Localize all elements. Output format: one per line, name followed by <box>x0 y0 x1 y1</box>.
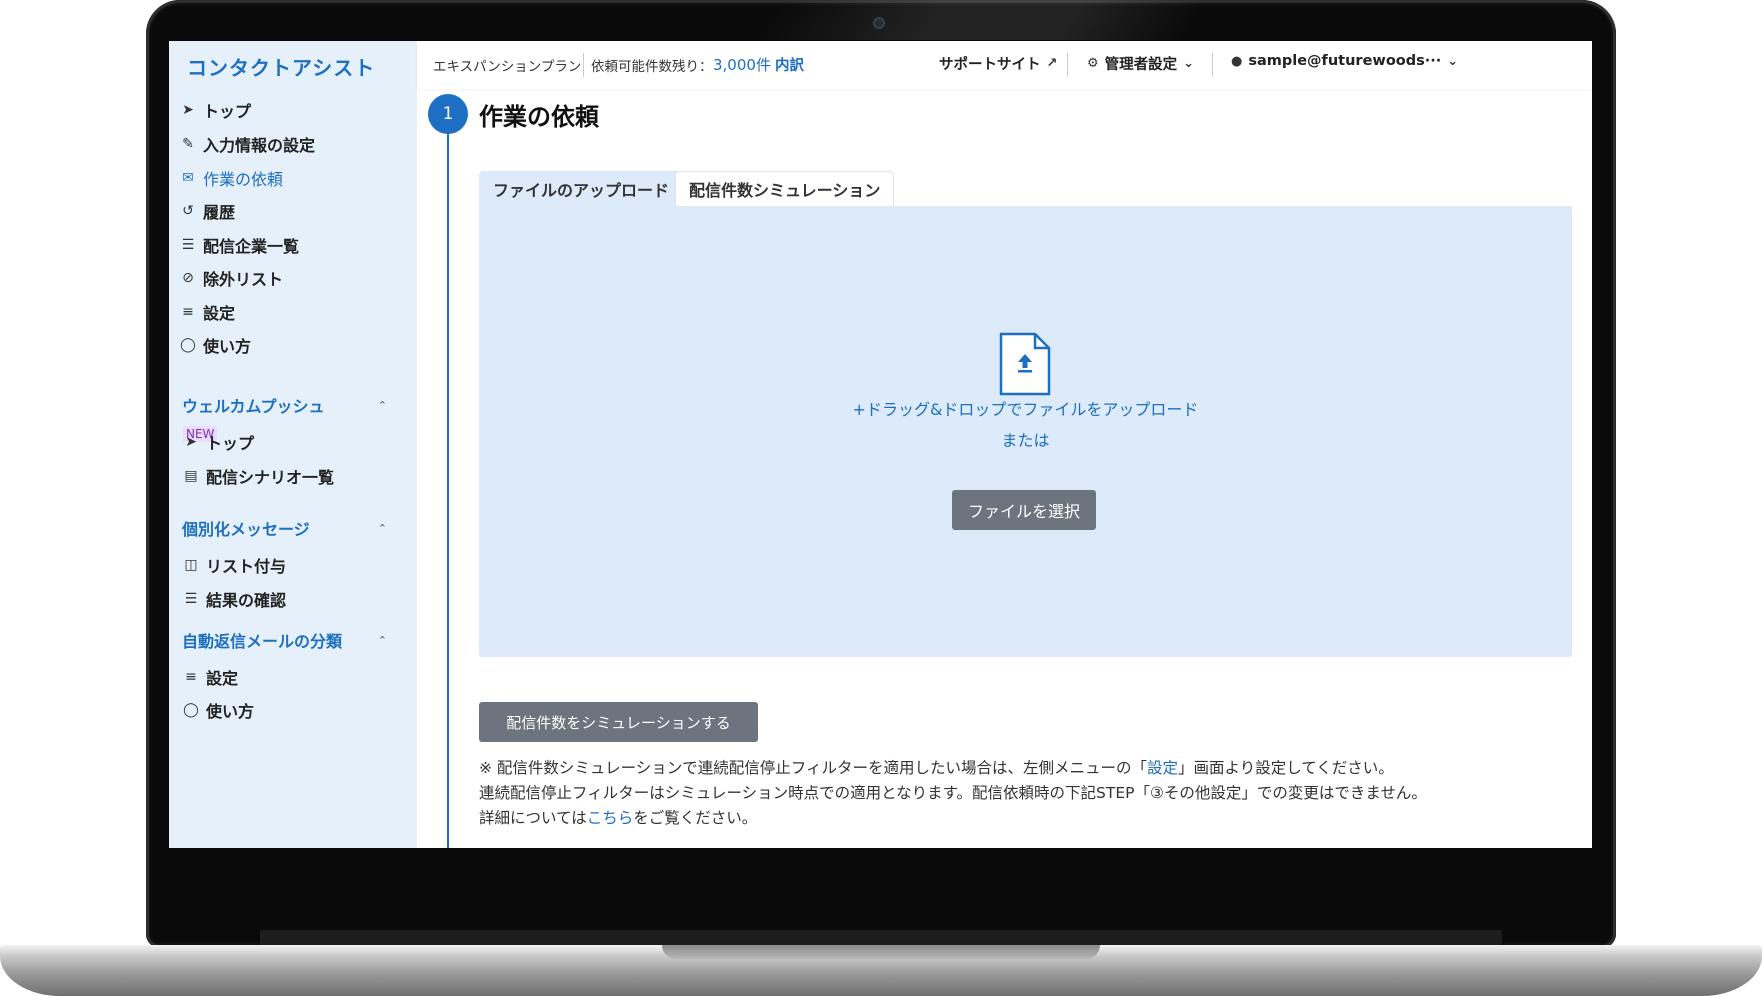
chevron-up-icon: ⌃ <box>377 521 387 535</box>
lightbulb-icon: ◯ <box>180 337 196 353</box>
breakdown-link[interactable]: 内訳 <box>775 54 804 75</box>
send-icon: ➤ <box>185 434 197 450</box>
lid-reflection <box>753 0 1209 40</box>
sidebar: コンタクトアシスト ➤ トップ ✎ 入力情報の設定 ✉ 作業の依頼 ↺ 履歴 ☰… <box>169 41 417 848</box>
sidebar-item-auto-reply-how-to[interactable]: ◯ 使い方 <box>180 697 254 723</box>
admin-settings-menu[interactable]: ⚙ 管理者設定 ⌄ <box>1081 53 1200 74</box>
sidebar-item-label: リスト付与 <box>206 557 287 576</box>
user-menu[interactable]: ● sample@futurewoods··· ⌄ <box>1225 53 1464 69</box>
sidebar-item-label: 履歴 <box>203 203 236 222</box>
section-welcome-push[interactable]: ウェルカムプッシュ ⌃ <box>182 392 387 418</box>
select-file-button[interactable]: ファイルを選択 <box>952 490 1096 530</box>
user-icon: ● <box>1231 53 1243 69</box>
dropzone-or-text: または <box>1001 431 1050 450</box>
settings-link[interactable]: 設定 <box>1147 759 1178 777</box>
plan-name: エキスパンションプラン <box>433 59 582 75</box>
divider <box>1067 53 1068 77</box>
note-text: 詳細については <box>479 809 587 827</box>
sliders-icon: ≡ <box>185 669 197 685</box>
sidebar-item-label: 入力情報の設定 <box>203 136 316 155</box>
history-icon: ↺ <box>182 203 194 219</box>
user-email: sample@futurewoods··· <box>1248 53 1442 69</box>
sidebar-item-label: 配信シナリオ一覧 <box>206 468 335 487</box>
sidebar-item-work-request[interactable]: ✉ 作業の依頼 <box>177 165 283 191</box>
send-icon: ➤ <box>182 102 194 118</box>
file-plus-icon: ◫ <box>184 557 198 573</box>
mail-icon: ✉ <box>182 170 194 186</box>
tab-delivery-simulation[interactable]: 配信件数シミュレーション <box>675 171 895 206</box>
divider <box>1212 53 1213 77</box>
chevron-down-icon: ⌄ <box>1183 56 1195 71</box>
sidebar-item-label: 配信企業一覧 <box>203 237 300 256</box>
list-icon: ☰ <box>184 591 198 607</box>
support-site-link[interactable]: サポートサイト ↗ <box>939 53 1063 74</box>
table-list-icon: ▤ <box>184 468 198 484</box>
divider <box>583 53 584 77</box>
lightbulb-icon: ◯ <box>183 702 199 718</box>
note-text: 」画面より設定してください。 <box>1178 759 1394 777</box>
quota-value: 3,000件 <box>713 56 771 74</box>
chevron-up-icon: ⌃ <box>377 633 387 647</box>
note-text: をご覧ください。 <box>633 809 758 827</box>
tab-file-upload[interactable]: ファイルのアップロード <box>479 171 684 206</box>
app-brand[interactable]: コンタクトアシスト <box>187 52 375 81</box>
main-content: 1 作業の依頼 ファイルのアップロード 配信件数シミュレーション +ドラッグ&ド… <box>417 89 1592 848</box>
file-upload-icon <box>999 332 1051 396</box>
step-number: 1 <box>428 94 468 134</box>
sidebar-item-how-to[interactable]: ◯ 使い方 <box>177 332 251 358</box>
sidebar-item-auto-reply-settings[interactable]: ≡ 設定 <box>180 664 238 690</box>
note-line-2: 連続配信停止フィルターはシミュレーション時点での適用となります。配信依頼時の下記… <box>479 784 1427 802</box>
section-title: 自動返信メールの分類 <box>182 632 343 651</box>
laptop-frame: コンタクトアシスト ➤ トップ ✎ 入力情報の設定 ✉ 作業の依頼 ↺ 履歴 ☰… <box>0 0 1762 996</box>
ban-icon: ⊘ <box>182 270 194 286</box>
list-icon: ☰ <box>181 237 195 253</box>
note-line-1: ※ 配信件数シミュレーションで連続配信停止フィルターを適用したい場合は、左側メニ… <box>479 756 1394 778</box>
section-title: ウェルカムプッシュ <box>182 397 325 416</box>
chevron-down-icon: ⌄ <box>1447 53 1459 69</box>
page-title: 作業の依頼 <box>479 103 599 131</box>
camera-icon <box>873 17 885 29</box>
laptop-notch <box>662 945 1100 959</box>
sidebar-item-label: トップ <box>206 434 255 453</box>
sidebar-item-welcome-top[interactable]: ➤ トップ <box>180 429 254 455</box>
chevron-up-icon: ⌃ <box>377 398 387 412</box>
file-dropzone[interactable]: +ドラッグ&ドロップでファイルをアップロード または ファイルを選択 <box>479 206 1572 657</box>
sidebar-item-scenarios[interactable]: ▤ 配信シナリオ一覧 <box>180 463 334 489</box>
gear-icon: ⚙ <box>1087 56 1099 71</box>
simulate-button[interactable]: 配信件数をシミュレーションする <box>479 702 758 742</box>
sidebar-item-label: 作業の依頼 <box>203 170 284 189</box>
sidebar-item-exclusion-list[interactable]: ⊘ 除外リスト <box>177 265 283 291</box>
sidebar-item-list-assign[interactable]: ◫ リスト付与 <box>180 552 286 578</box>
admin-settings-label: 管理者設定 <box>1104 57 1178 73</box>
external-link-icon: ↗ <box>1046 56 1058 71</box>
note-text: ※ 配信件数シミュレーションで連続配信停止フィルターを適用したい場合は、左側メニ… <box>479 759 1147 777</box>
sliders-icon: ≡ <box>182 304 194 320</box>
step-timeline <box>447 129 449 848</box>
top-bar: エキスパンションプラン 依頼可能件数残り： 3,000件 内訳 サポートサイト … <box>417 41 1592 89</box>
section-personalized[interactable]: 個別化メッセージ ⌃ <box>182 515 387 541</box>
sidebar-item-label: 設定 <box>206 669 239 688</box>
sidebar-item-companies[interactable]: ☰ 配信企業一覧 <box>177 232 299 258</box>
sidebar-item-label: 使い方 <box>206 702 255 721</box>
sidebar-item-label: 設定 <box>203 304 236 323</box>
sidebar-item-results[interactable]: ☰ 結果の確認 <box>180 586 286 612</box>
sidebar-item-settings[interactable]: ≡ 設定 <box>177 299 235 325</box>
sidebar-item-label: トップ <box>203 102 252 121</box>
dropzone-drag-text: +ドラッグ&ドロップでファイルをアップロード <box>852 400 1199 419</box>
sidebar-item-top[interactable]: ➤ トップ <box>177 97 251 123</box>
support-site-label: サポートサイト <box>939 57 1041 73</box>
sidebar-item-history[interactable]: ↺ 履歴 <box>177 198 235 224</box>
sidebar-item-label: 使い方 <box>203 337 252 356</box>
sidebar-item-input-settings[interactable]: ✎ 入力情報の設定 <box>177 131 315 157</box>
section-title: 個別化メッセージ <box>182 520 310 539</box>
details-link[interactable]: こちら <box>587 809 634 827</box>
sidebar-item-label: 除外リスト <box>203 270 284 289</box>
quota-label: 依頼可能件数残り： <box>591 59 713 75</box>
screen: コンタクトアシスト ➤ トップ ✎ 入力情報の設定 ✉ 作業の依頼 ↺ 履歴 ☰… <box>169 41 1592 848</box>
note-line-3: 詳細についてはこちらをご覧ください。 <box>479 806 757 828</box>
section-auto-reply[interactable]: 自動返信メールの分類 ⌃ <box>182 627 387 653</box>
sidebar-item-label: 結果の確認 <box>206 591 287 610</box>
edit-icon: ✎ <box>182 136 194 152</box>
